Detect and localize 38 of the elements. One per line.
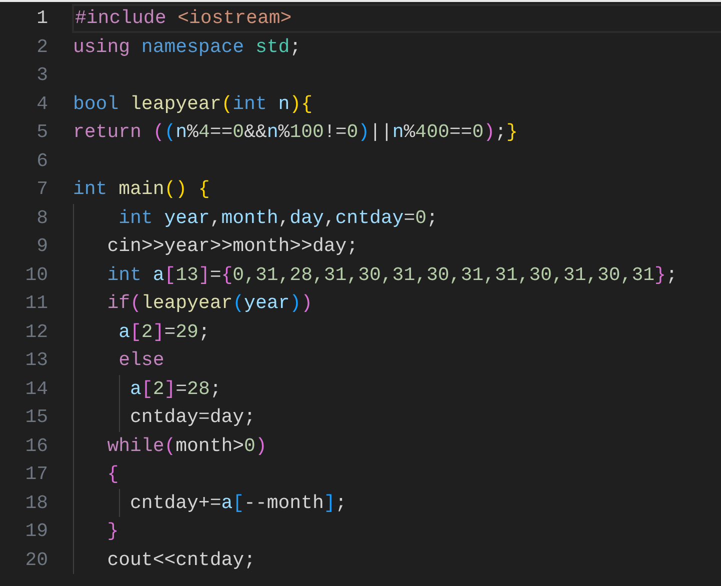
code-line: int a[13]={0,31,28,31,30,31,30,31,31,30,31,30,31}; [106,262,678,288]
line-number: 13 [24,348,48,373]
line-number: 11 [24,291,48,316]
line-number: 10 [24,262,48,288]
code-line: int year,month,day,cntday=0; [118,206,438,231]
line-number: 8 [36,206,48,230]
line-number: 1 [36,6,48,31]
code-line: } [106,519,119,544]
line-number: 7 [36,177,48,202]
code-line: a[2]=28; [129,376,222,402]
line-number: 16 [24,434,48,458]
line-number: 20 [24,548,48,572]
code-line: return ((n%4==0&&n%100!=0)||n%400==0);} [73,120,518,146]
code-line: while(month>0) [106,434,267,459]
code-line: #include <iostream> [75,6,292,32]
line-number: 3 [36,63,48,88]
line-number: 6 [36,148,48,174]
code-line: cntday=day; [129,405,256,430]
line-number: 15 [24,405,48,430]
code-line: if(leapyear(year)) [106,291,312,316]
line-number: 12 [24,320,48,344]
code-line: { [106,462,119,488]
line-number: 2 [36,34,48,60]
code-line: int main() { [73,177,210,202]
line-number: 9 [36,234,48,259]
code-line: else [118,348,164,374]
line-number: 4 [36,92,48,116]
code-line: bool leapyear(int n){ [73,92,312,117]
line-number: 19 [24,519,48,544]
code-line: using namespace std; [73,34,302,60]
line-number: 14 [24,376,48,402]
code-line: a[2]=29; [118,320,210,345]
code-line: cout<<cntday; [106,548,256,573]
line-number: 5 [36,120,48,145]
line-number: 17 [24,462,48,487]
line-number: 18 [24,490,48,516]
code-line: cntday+=a[--month]; [129,490,347,516]
code-line: cin>>year>>month>>day; [106,234,358,260]
